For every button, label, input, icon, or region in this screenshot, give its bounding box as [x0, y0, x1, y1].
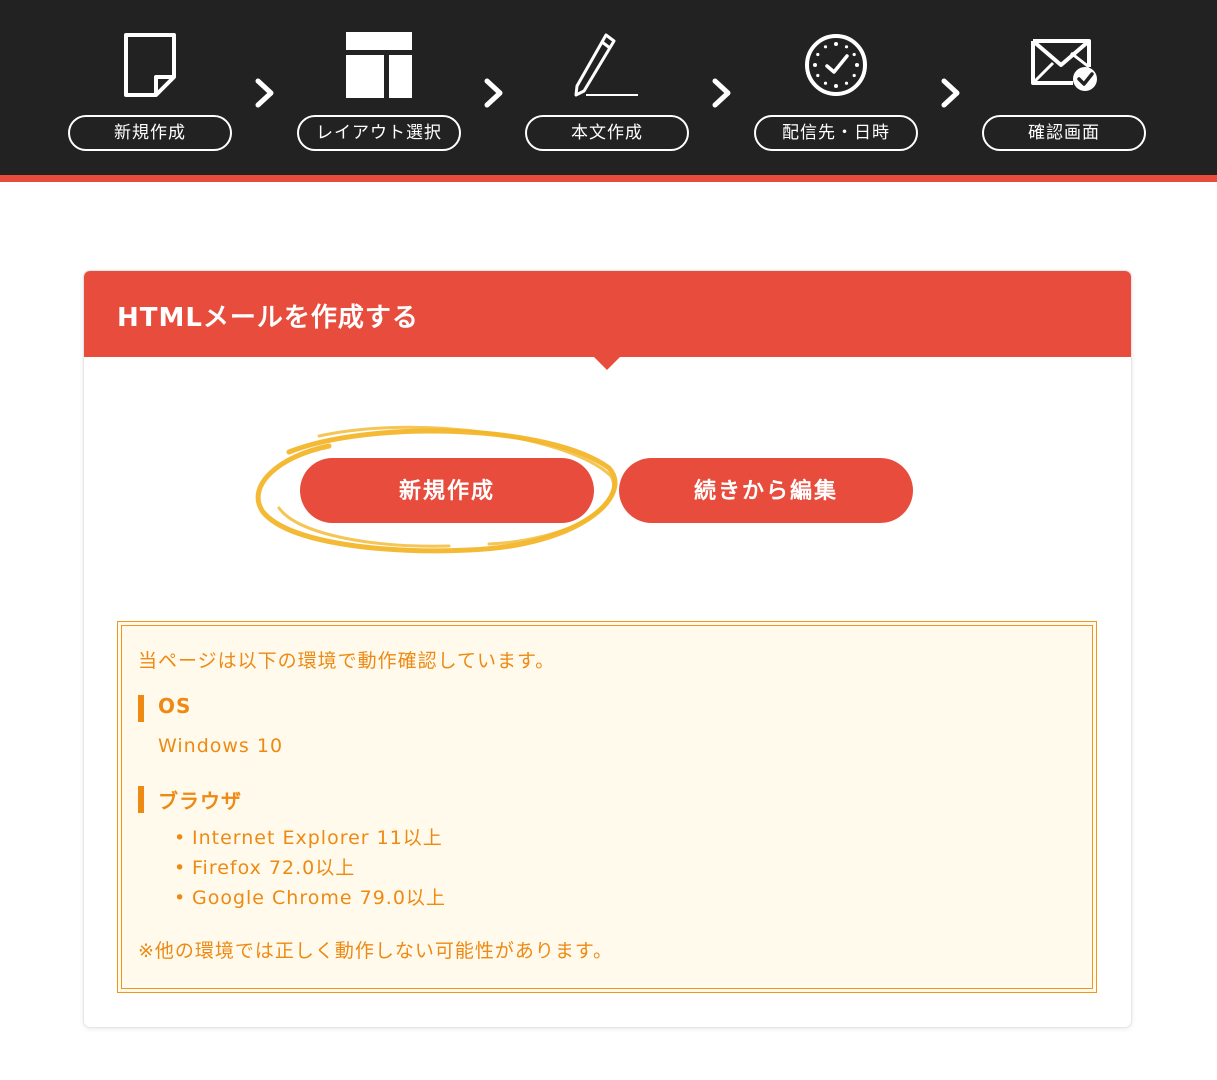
chevron-right-icon	[484, 78, 503, 108]
chevron-right-icon	[255, 78, 274, 108]
chevron-right-icon	[941, 78, 960, 108]
mail-check-icon	[982, 28, 1146, 102]
header-notch	[593, 356, 621, 370]
pencil-icon	[525, 28, 689, 102]
continue-edit-button[interactable]: 続きから編集	[619, 458, 913, 523]
browser-list: Internet Explorer 11以上 Firefox 72.0以上 Go…	[174, 823, 446, 913]
step-label: 新規作成	[68, 115, 232, 151]
step-label: 本文作成	[525, 115, 689, 151]
step-label: レイアウト選択	[297, 115, 461, 151]
step-layout[interactable]: レイアウト選択	[297, 0, 461, 182]
chevron-right-icon	[712, 78, 731, 108]
os-value: Windows 10	[158, 735, 284, 757]
layout-icon	[297, 28, 461, 102]
step-label: 確認画面	[982, 115, 1146, 151]
os-heading: OS	[138, 694, 191, 722]
step-new[interactable]: 新規作成	[68, 0, 232, 182]
clock-icon	[754, 28, 918, 102]
document-icon	[68, 28, 232, 102]
step-navigation: 新規作成 レイアウト選択 本文作成 配信先・日時 確認画面	[0, 0, 1217, 182]
list-item: Firefox 72.0以上	[174, 853, 446, 883]
list-item: Internet Explorer 11以上	[174, 823, 446, 853]
browser-heading: ブラウザ	[138, 785, 242, 814]
new-create-button[interactable]: 新規作成	[300, 458, 594, 523]
step-body[interactable]: 本文作成	[525, 0, 689, 182]
list-item: Google Chrome 79.0以上	[174, 883, 446, 913]
card-title: HTMLメールを作成する	[117, 303, 419, 333]
step-delivery[interactable]: 配信先・日時	[754, 0, 918, 182]
create-mail-card: HTMLメールを作成する 新規作成 続きから編集 当ページは以下の環境で動作確認…	[84, 271, 1131, 1027]
notice-lead: 当ページは以下の環境で動作確認しています。	[138, 650, 556, 672]
step-label: 配信先・日時	[754, 115, 918, 151]
card-header: HTMLメールを作成する	[84, 271, 1131, 357]
environment-notice: 当ページは以下の環境で動作確認しています。 OS Windows 10 ブラウザ…	[117, 621, 1097, 993]
step-confirm[interactable]: 確認画面	[982, 0, 1146, 182]
notice-footnote: ※他の環境では正しく動作しない可能性があります。	[138, 940, 614, 962]
